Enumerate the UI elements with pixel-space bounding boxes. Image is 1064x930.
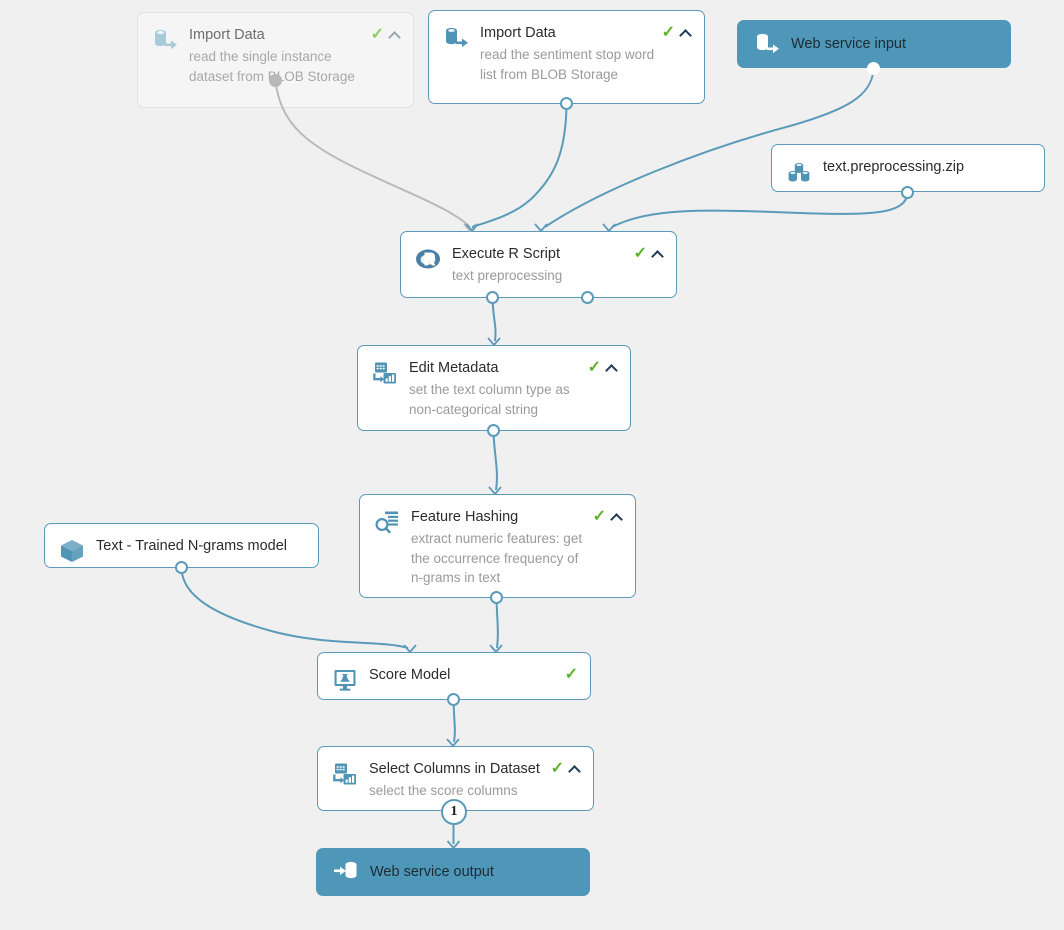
node-status: ✓: [662, 25, 692, 41]
node-feature-hashing[interactable]: Feature Hashing extract numeric features:…: [359, 494, 636, 598]
chevron-up-icon[interactable]: [652, 249, 664, 261]
edge-selectcolumns-to-wsoutput-arrowhead: [446, 840, 461, 850]
select-columns-output-badge[interactable]: 1: [441, 799, 467, 825]
port-feature-hashing-out[interactable]: [490, 591, 503, 604]
node-status: ✓: [634, 246, 664, 262]
port-edit-metadata-out[interactable]: [487, 424, 500, 437]
node-body: Import Data read the sentiment stop word …: [480, 24, 662, 84]
database-export-icon: [152, 27, 178, 53]
database-export-icon: [443, 25, 469, 51]
port-import-data-2-out[interactable]: [560, 97, 573, 110]
data-transform-icon: [332, 761, 358, 787]
node-title: text.preprocessing.zip: [823, 159, 965, 175]
port-execute-r-script-out-1[interactable]: [486, 291, 499, 304]
node-title: Import Data: [189, 27, 265, 43]
web-service-input-icon: [754, 31, 780, 57]
r-logo-icon: [415, 246, 441, 272]
node-body: Edit Metadata set the text column type as…: [409, 359, 588, 419]
chevron-up-icon[interactable]: [389, 30, 401, 42]
edge-import2-to-r-arrowhead: [465, 223, 479, 233]
node-title: Import Data: [480, 25, 556, 41]
chevron-up-icon[interactable]: [569, 764, 581, 776]
data-transform-icon: [372, 360, 398, 386]
edge-featurehashing-to-scoremodel: [495, 597, 499, 649]
experiment-canvas[interactable]: Import Data read the single instance data…: [0, 0, 1064, 930]
port-score-model-out[interactable]: [447, 693, 460, 706]
edge-editmetadata-to-featurehashing: [492, 430, 498, 491]
cube-model-icon: [59, 538, 85, 564]
node-subtitle: text preprocessing: [452, 268, 563, 283]
node-title: Text - Trained N-grams model: [96, 538, 287, 554]
node-subtitle: select the score columns: [369, 783, 518, 798]
port-text-preprocessing-zip-out[interactable]: [901, 186, 914, 199]
node-web-service-output[interactable]: Web service output: [316, 848, 590, 896]
checkmark-icon: ✓: [564, 666, 578, 683]
node-text-preprocessing-zip[interactable]: text.preprocessing.zip: [771, 144, 1045, 192]
feature-search-icon: [374, 509, 400, 535]
chevron-up-icon[interactable]: [606, 363, 618, 375]
score-monitor-icon: [332, 667, 358, 693]
node-status: ✓: [371, 27, 401, 43]
node-status: ✓: [593, 509, 623, 525]
node-status: ✓: [551, 761, 581, 777]
node-title: Select Columns in Dataset: [369, 761, 540, 777]
edge-scoremodel-to-selectcolumns: [452, 699, 456, 743]
edge-wsinput-to-r-arrowhead: [534, 223, 548, 233]
web-service-output-icon: [333, 859, 359, 885]
node-body: Select Columns in Dataset select the scor…: [369, 760, 551, 801]
node-body: Feature Hashing extract numeric features:…: [411, 508, 593, 588]
node-status: ✓: [588, 360, 618, 376]
node-import-data-2[interactable]: Import Data read the sentiment stop word …: [428, 10, 705, 104]
port-trained-ngrams-model-out[interactable]: [175, 561, 188, 574]
node-body: Web service output: [370, 863, 577, 882]
node-edit-metadata[interactable]: Edit Metadata set the text column type as…: [357, 345, 631, 431]
node-subtitle: set the text column type as non-categori…: [409, 382, 570, 417]
checkmark-icon: ✓: [592, 508, 606, 525]
node-title: Feature Hashing: [411, 509, 519, 525]
edge-import1-to-r-arrowhead: [463, 223, 477, 233]
edge-import2-to-r: [471, 103, 568, 228]
checkmark-icon: ✓: [550, 760, 564, 777]
port-import-data-1-out[interactable]: [269, 74, 282, 87]
node-subtitle: extract numeric features: get the occurr…: [411, 531, 583, 585]
node-body: Web service input: [791, 35, 998, 54]
chevron-up-icon[interactable]: [680, 28, 692, 40]
edge-ngrams-to-scoremodel-arrowhead: [403, 644, 417, 654]
node-subtitle: read the sentiment stop word list from B…: [480, 47, 655, 82]
node-title: Web service output: [370, 863, 494, 880]
node-body: Execute R Script text preprocessing: [452, 245, 634, 286]
dataset-stack-icon: [786, 159, 812, 185]
node-execute-r-script[interactable]: Execute R Script text preprocessing ✓: [400, 231, 677, 298]
node-web-service-input[interactable]: Web service input: [737, 20, 1011, 68]
port-web-service-input-out[interactable]: [867, 62, 880, 75]
node-body: Text - Trained N-grams model: [96, 537, 306, 556]
node-import-data-1[interactable]: Import Data read the single instance data…: [137, 12, 414, 108]
edge-zip-to-r: [611, 192, 909, 228]
node-title: Web service input: [791, 35, 906, 52]
node-body: text.preprocessing.zip: [823, 158, 1032, 177]
edge-editmetadata-to-featurehashing-arrowhead: [488, 486, 502, 496]
edge-scoremodel-to-selectcolumns-arrowhead: [446, 738, 460, 748]
checkmark-icon: ✓: [633, 245, 647, 262]
edge-zip-to-r-arrowhead: [602, 223, 616, 233]
edge-r-to-editmetadata-arrowhead: [487, 337, 501, 347]
node-status: ✓: [565, 667, 578, 683]
edge-featurehashing-to-scoremodel-arrowhead: [489, 644, 503, 654]
edge-r-to-editmetadata: [491, 297, 497, 342]
chevron-up-icon[interactable]: [611, 512, 623, 524]
node-title: Score Model: [369, 667, 451, 683]
checkmark-icon: ✓: [661, 24, 675, 41]
node-title: Edit Metadata: [409, 360, 499, 376]
node-body: Score Model: [369, 666, 565, 685]
node-title: Execute R Script: [452, 246, 560, 262]
port-execute-r-script-out-2[interactable]: [581, 291, 594, 304]
checkmark-icon: ✓: [587, 359, 601, 376]
checkmark-icon: ✓: [370, 26, 384, 43]
